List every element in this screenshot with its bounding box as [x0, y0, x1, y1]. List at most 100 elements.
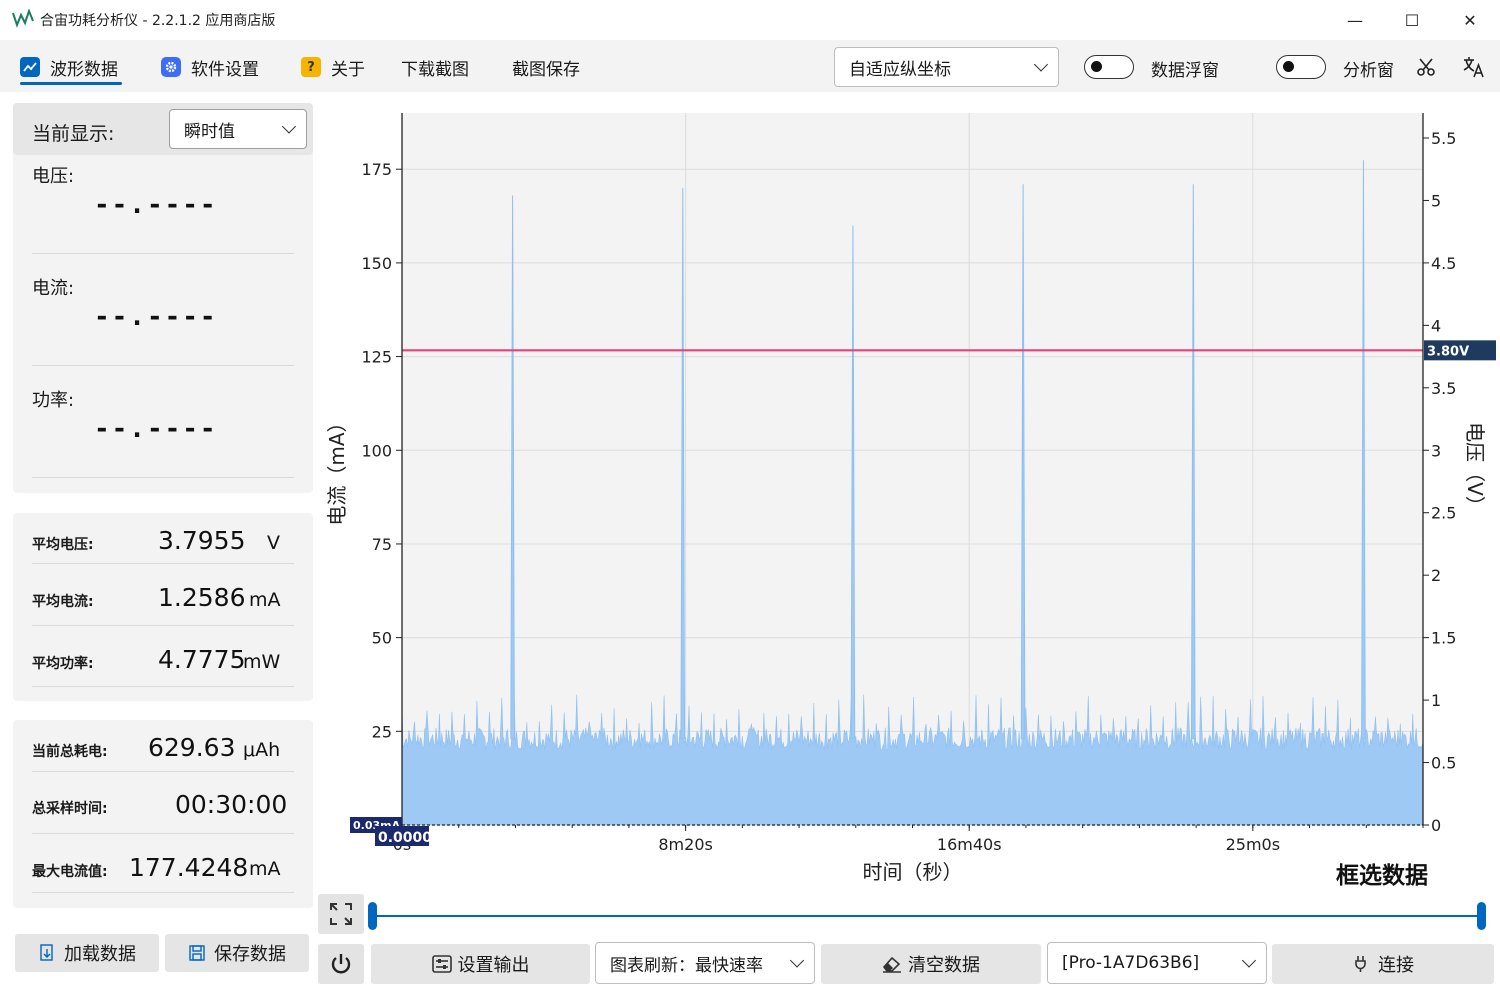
y2-tick-label: 0.5: [1431, 754, 1456, 773]
set-output-button[interactable]: 设置输出: [371, 944, 590, 984]
eraser-icon: [882, 956, 901, 973]
voltage-tag: 3.80V: [1427, 344, 1469, 359]
save-screenshot-label: 截图保存: [512, 59, 580, 80]
y2-tick-label: 5.5: [1431, 129, 1456, 148]
x-tick-label: 8m20s: [658, 835, 712, 854]
refresh-rate-value: 图表刷新：最快速率: [610, 955, 763, 976]
y2-tick-label: 2: [1431, 566, 1441, 585]
download-screenshot-label: 下载截图: [401, 59, 469, 80]
device-select[interactable]: [Pro-1A7D63B6]: [1047, 942, 1267, 984]
tab-waveform[interactable]: 波形数据: [20, 54, 118, 80]
tab-about-label: 关于: [331, 59, 365, 80]
power-icon: [331, 954, 351, 974]
plot-background: [402, 113, 1423, 825]
y2-tick-label: 1.5: [1431, 629, 1456, 648]
load-data-button[interactable]: 加载数据: [15, 934, 159, 972]
avg-power-label: 平均功率:: [32, 656, 94, 672]
tab-about[interactable]: ? 关于: [301, 54, 365, 80]
time-cursor-tag: 0.0000: [378, 830, 432, 846]
power-button[interactable]: [318, 944, 364, 984]
range-end-handle[interactable]: [1477, 902, 1486, 930]
y2-tick-label: 3.5: [1431, 379, 1456, 398]
y-tick-label: 175: [361, 160, 392, 179]
save-screenshot-button[interactable]: 截图保存: [512, 54, 580, 80]
y-tick-label: 100: [361, 441, 392, 460]
current-display-label: 当前显示:: [32, 123, 115, 145]
avg-voltage-unit: V: [267, 532, 280, 554]
power-label: 功率:: [32, 390, 75, 411]
maximize-icon: ☐: [1404, 10, 1420, 30]
translate-icon[interactable]: [1463, 56, 1485, 78]
voltage-label: 电压:: [32, 166, 75, 187]
minimize-button[interactable]: —: [1332, 6, 1378, 34]
y-tick-label: 50: [372, 629, 392, 648]
x-tick-label: 25m0s: [1226, 835, 1280, 854]
window-title: 合宙功耗分析仪 - 2.2.1.2 应用商店版: [40, 13, 276, 29]
time-range-slider-track[interactable]: [372, 915, 1482, 917]
download-screenshot-button[interactable]: 下载截图: [401, 54, 469, 80]
device-value: [Pro-1A7D63B6]: [1062, 953, 1200, 973]
waveform-icon: [20, 57, 40, 77]
minimize-icon: —: [1347, 10, 1363, 30]
y2-axis-label: 电压（V）: [1463, 422, 1487, 516]
app-logo-icon: [12, 9, 34, 28]
axis-mode-select[interactable]: 自适应纵坐标: [834, 47, 1059, 87]
waveform-chart[interactable]: 25 50 75 100 125 150 175 0 0.5 1 1.5 2 2.5 3 3.5 4 4.5 5 5…: [326, 92, 1500, 892]
chevron-down-icon: [1241, 953, 1257, 968]
y2-tick-label: 1: [1431, 691, 1441, 710]
maximize-button[interactable]: ☐: [1389, 6, 1435, 34]
chevron-down-icon: [281, 119, 297, 134]
connect-button[interactable]: 连接: [1272, 944, 1494, 984]
max-current-label: 最大电流值:: [32, 864, 108, 880]
plug-icon: [1355, 956, 1366, 972]
data-float-toggle[interactable]: [1084, 55, 1134, 79]
avg-voltage-value: 3.7955: [158, 526, 246, 555]
total-energy-unit: μAh: [243, 739, 281, 761]
y2-tick-label: 3: [1431, 441, 1441, 460]
divider: [32, 833, 294, 834]
divider: [32, 625, 294, 626]
y-tick-label: 125: [361, 348, 392, 367]
y-axis-label: 电流（mA）: [326, 412, 349, 525]
refresh-rate-select[interactable]: 图表刷新：最快速率: [595, 942, 815, 984]
x-axis-label: 时间（秒）: [863, 860, 963, 884]
divider: [32, 477, 294, 478]
clear-data-label: 清空数据: [908, 955, 980, 976]
tab-waveform-label: 波形数据: [50, 59, 118, 80]
chevron-down-icon: [789, 953, 805, 968]
sample-time-value: 00:30:00: [175, 790, 288, 819]
y-tick-label: 75: [372, 535, 392, 554]
range-start-handle[interactable]: [368, 902, 377, 930]
expand-icon: [330, 903, 352, 925]
question-icon: ?: [301, 57, 321, 77]
tab-settings[interactable]: 软件设置: [161, 54, 259, 80]
save-data-button[interactable]: 保存数据: [165, 934, 309, 972]
avg-power-unit: mW: [243, 651, 281, 673]
save-data-label: 保存数据: [214, 944, 286, 965]
toolbar: 波形数据 软件设置 ? 关于 下载截图 截图保存: [0, 40, 1500, 92]
display-mode-select[interactable]: 瞬时值: [169, 109, 307, 149]
divider: [32, 365, 294, 366]
fullscreen-button[interactable]: [318, 894, 364, 934]
analysis-window-toggle[interactable]: [1276, 55, 1326, 79]
clear-data-button[interactable]: 清空数据: [821, 944, 1041, 984]
divider: [32, 771, 294, 772]
max-current-unit: mA: [249, 858, 281, 880]
divider: [32, 892, 294, 893]
scissors-icon[interactable]: [1416, 57, 1436, 77]
sample-time-label: 总采样时间:: [32, 801, 108, 817]
gear-icon: [161, 57, 181, 77]
avg-current-label: 平均电流:: [32, 594, 94, 610]
voltage-readout: --.----: [94, 190, 218, 220]
total-energy-label: 当前总耗电:: [32, 744, 108, 760]
frame-select-label[interactable]: 框选数据: [1336, 856, 1428, 890]
active-tab-indicator: [20, 82, 122, 85]
y2-tick-label: 5: [1431, 191, 1441, 210]
divider: [32, 253, 294, 254]
max-current-value: 177.4248: [129, 853, 249, 882]
close-button[interactable]: ✕: [1447, 6, 1493, 34]
divider: [32, 563, 294, 564]
power-readout: --.----: [94, 414, 218, 444]
current-readout: --.----: [94, 302, 218, 332]
y-tick-label: 25: [372, 722, 392, 741]
